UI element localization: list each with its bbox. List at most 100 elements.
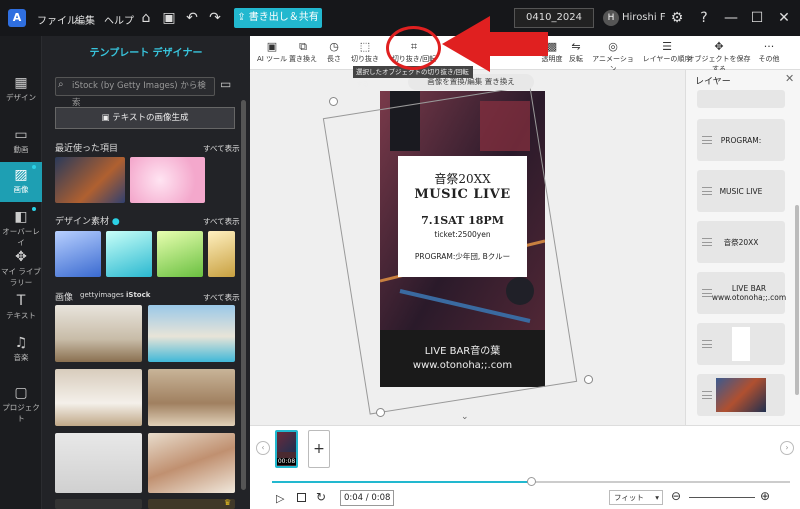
- save-object-icon: ✥: [714, 40, 724, 53]
- design-thumb-3[interactable]: [157, 231, 203, 277]
- tool-save-object[interactable]: ✥ オブジェクトを保存する: [686, 40, 752, 74]
- rail-overlay[interactable]: ◧ オーバーレイ: [0, 204, 42, 247]
- generate-icon: ▣: [101, 113, 113, 123]
- tool-more[interactable]: ··· その他: [751, 40, 787, 64]
- rail-video[interactable]: ▭ 動画: [0, 122, 42, 162]
- resize-handle-br[interactable]: [584, 375, 593, 384]
- tool-cutout[interactable]: ⬚ 切り抜き: [345, 40, 385, 64]
- recent-see-all[interactable]: すべて表示: [203, 143, 240, 154]
- design-see-all[interactable]: すべて表示: [203, 216, 240, 227]
- undo-icon[interactable]: ↶: [183, 9, 201, 27]
- help-icon[interactable]: ?: [695, 9, 713, 27]
- image-thumb-family[interactable]: [148, 433, 235, 493]
- image-thumb-living[interactable]: [148, 369, 235, 426]
- search-input[interactable]: iStock (by Getty Images) から検索: [55, 77, 215, 108]
- user-name[interactable]: Hiroshi F: [622, 12, 666, 23]
- image-thumb-more-1[interactable]: [55, 499, 142, 509]
- layers-title: レイヤー: [695, 77, 731, 87]
- images-title: 画像: [55, 293, 74, 303]
- cutout-icon: ⬚: [359, 40, 371, 53]
- image-thumb-dining[interactable]: [55, 305, 142, 362]
- tool-animation[interactable]: ◎ アニメーション: [590, 40, 636, 74]
- image-thumb-pool[interactable]: [148, 305, 235, 362]
- layer-item-live-bar[interactable]: LIVE BAR www.otonoha;;.com: [697, 272, 786, 314]
- resize-handle-bl[interactable]: [376, 408, 385, 417]
- layer-item-festival[interactable]: 音祭20XX: [697, 221, 785, 263]
- image-thumb-bathroom[interactable]: [55, 433, 142, 493]
- recent-thumb-2[interactable]: [130, 157, 205, 203]
- annotation-circle: [386, 26, 441, 70]
- panel-scrollbar[interactable]: [241, 100, 246, 490]
- menu-edit[interactable]: 編集: [75, 12, 95, 27]
- panel-title: テンプレート デザイナー: [89, 48, 203, 59]
- design-title: デザイン素材 ●: [55, 217, 120, 227]
- layers-scrollbar[interactable]: [795, 205, 799, 395]
- menu-file[interactable]: ファイル: [37, 12, 77, 27]
- playback-progress: [272, 481, 531, 483]
- chevron-down-icon[interactable]: ⌄: [461, 412, 469, 422]
- layer-item-white-card[interactable]: [697, 323, 785, 365]
- zoom-slider[interactable]: [689, 497, 755, 498]
- design-thumb-1[interactable]: [55, 231, 101, 277]
- rail-design[interactable]: ▦ デザイン: [0, 70, 42, 110]
- drag-handle-icon[interactable]: [702, 238, 712, 246]
- loop-icon[interactable]: ↻: [316, 490, 326, 504]
- annotation-arrow: [442, 16, 548, 72]
- recent-title: 最近使った項目: [55, 144, 119, 154]
- more-icon: ···: [763, 40, 775, 53]
- layer-item-program[interactable]: PROGRAM:: [697, 119, 785, 161]
- avatar[interactable]: H: [603, 10, 619, 26]
- timeline-prev-icon[interactable]: ‹: [256, 441, 270, 455]
- music-icon: ♫: [14, 335, 28, 351]
- rail-music[interactable]: ♫ 音楽: [0, 330, 42, 370]
- design-icon: ▦: [14, 75, 28, 91]
- recent-thumb-1[interactable]: [55, 157, 125, 203]
- menu-help[interactable]: ヘルプ: [104, 12, 134, 27]
- home-icon[interactable]: ⌂: [137, 9, 155, 27]
- rail-library[interactable]: ✥ マイ ライブラリー: [0, 244, 42, 287]
- images-see-all[interactable]: すべて表示: [203, 292, 240, 303]
- dropdown-arrow-icon: ▾: [655, 493, 659, 502]
- close-icon[interactable]: ✕: [775, 9, 793, 27]
- drag-handle-icon[interactable]: [702, 289, 712, 297]
- maximize-icon[interactable]: ☐: [748, 9, 766, 27]
- design-thumb-4[interactable]: [208, 231, 235, 277]
- drag-handle-icon[interactable]: [702, 136, 712, 144]
- project-icon: ▢: [14, 385, 28, 401]
- stop-icon[interactable]: [297, 493, 306, 502]
- export-share-button[interactable]: ⇪ 書き出し＆共有: [234, 8, 322, 28]
- zoom-out-icon[interactable]: ⊖: [671, 489, 681, 503]
- layer-item-background[interactable]: [697, 374, 785, 416]
- layer-item-top[interactable]: [697, 90, 785, 108]
- timeline-next-icon[interactable]: ›: [780, 441, 794, 455]
- design-thumb-2[interactable]: [106, 231, 152, 277]
- time-display: 0:04 / 0:08: [340, 490, 394, 506]
- layer-preview-image: [716, 378, 766, 412]
- drag-handle-icon[interactable]: [702, 340, 712, 348]
- rail-project[interactable]: ▢ プロジェクト: [0, 380, 42, 423]
- library-icon: ✥: [15, 249, 27, 265]
- add-clip-button[interactable]: +: [308, 430, 330, 468]
- drag-handle-icon[interactable]: [702, 187, 712, 195]
- layer-item-music-live[interactable]: MUSIC LIVE: [697, 170, 785, 212]
- export-label: 書き出し＆共有: [248, 12, 319, 23]
- text-to-image-button[interactable]: ▣ テキストの画像生成: [55, 107, 235, 129]
- folder-icon[interactable]: ▭: [220, 77, 231, 91]
- gear-icon[interactable]: ⚙: [668, 9, 686, 27]
- drag-handle-icon[interactable]: [702, 391, 712, 399]
- minimize-icon[interactable]: —: [722, 9, 740, 27]
- crown-icon: ♛: [224, 498, 232, 507]
- rail-text[interactable]: T テキスト: [0, 288, 42, 328]
- playback-knob[interactable]: [527, 477, 536, 486]
- image-thumb-bedroom[interactable]: [55, 369, 142, 426]
- zoom-in-icon[interactable]: ⊕: [760, 489, 770, 503]
- save-icon[interactable]: ▣: [160, 9, 178, 27]
- zoom-fit-select[interactable]: フィット ▾: [609, 490, 663, 505]
- image-thumb-more-2[interactable]: [148, 499, 235, 509]
- play-icon[interactable]: ▷: [276, 492, 284, 505]
- resize-handle-tl[interactable]: [329, 97, 338, 106]
- redo-icon[interactable]: ↷: [206, 9, 224, 27]
- video-icon: ▭: [14, 127, 28, 143]
- close-layers-icon[interactable]: ✕: [785, 72, 794, 85]
- rail-image[interactable]: ▨ 画像: [0, 162, 42, 202]
